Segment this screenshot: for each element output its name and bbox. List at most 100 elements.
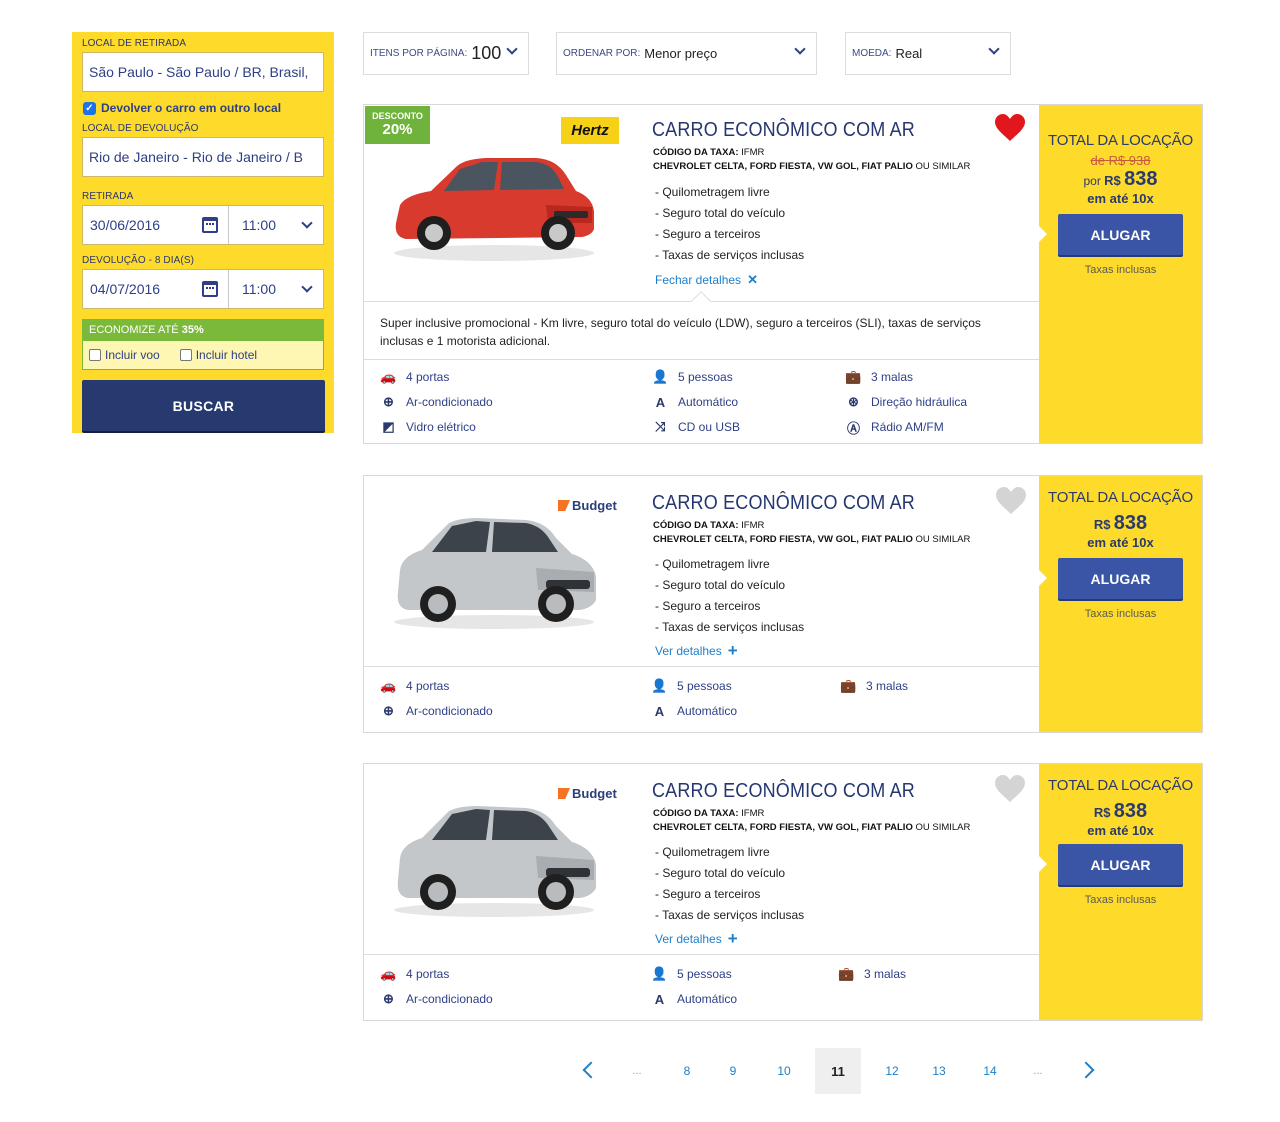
search-button[interactable]: BUSCAR: [82, 380, 325, 431]
calendar-icon[interactable]: [202, 217, 218, 233]
rent-button[interactable]: ALUGAR: [1058, 214, 1183, 255]
price-value: 838: [1113, 800, 1148, 822]
taxes-note: Taxas inclusas: [1084, 894, 1157, 906]
search-panel: LOCAL DE RETIRADA São Paulo - São Paulo …: [72, 32, 334, 433]
price: R$ 838: [1039, 800, 1202, 823]
divider: [364, 359, 1040, 360]
spec-label: Direção hidráulica: [871, 395, 968, 409]
economize-percent: 35%: [181, 324, 204, 336]
price-title: TOTAL DA LOCAÇÃO: [1048, 489, 1193, 506]
pickup-date-field[interactable]: 30/06/2016: [83, 206, 229, 244]
rent-button[interactable]: ALUGAR: [1058, 844, 1183, 885]
discount-label: DESCONTO: [372, 111, 423, 121]
previous-page-arrow-icon[interactable]: [582, 1061, 600, 1079]
chevron-down-icon: [301, 217, 313, 229]
price: por R$ 838: [1039, 168, 1202, 191]
car-image: [386, 800, 601, 920]
favorite-heart-icon[interactable]: [995, 487, 1027, 515]
favorite-heart-icon[interactable]: [994, 775, 1026, 803]
next-page-arrow-icon[interactable]: [1077, 1061, 1095, 1079]
car-models-suffix: OU SIMILAR: [915, 161, 971, 172]
rent-button[interactable]: ALUGAR: [1058, 558, 1183, 599]
plus-icon[interactable]: +: [728, 930, 738, 947]
calendar-icon[interactable]: [202, 281, 218, 297]
favorite-heart-icon[interactable]: [994, 114, 1026, 142]
feature-item: - Seguro total do veículo: [655, 578, 786, 592]
plus-icon[interactable]: +: [728, 642, 738, 659]
return-time-value: 11:00: [242, 281, 276, 297]
feature-item: - Seguro total do veículo: [655, 206, 786, 220]
shuffle-icon: ⤨: [655, 419, 666, 434]
page-link[interactable]: 9: [710, 1048, 756, 1094]
return-other-location-label: Devolver o carro em outro local: [101, 101, 282, 115]
include-flight-checkbox[interactable]: Incluir voo: [89, 348, 160, 362]
include-flight-label: Incluir voo: [105, 348, 160, 362]
spec-label: 5 pessoas: [677, 967, 732, 981]
spec-transmission: A Automático: [651, 992, 737, 1007]
car-models-list: CHEVROLET CELTA, FORD FIESTA, VW GOL, FI…: [653, 534, 913, 545]
checkbox-box[interactable]: [89, 349, 101, 361]
antenna-icon: Ⓐ: [846, 420, 860, 436]
spec-label: Vidro elétrico: [406, 420, 476, 434]
spec-transmission: A Automático: [651, 703, 738, 719]
spec-luggage: 💼 3 malas: [838, 966, 907, 981]
feature-item: - Seguro a terceiros: [655, 887, 761, 901]
items-per-page-select[interactable]: ITENS POR PÁGINA: 100: [363, 32, 529, 75]
page-link[interactable]: 12: [869, 1048, 915, 1094]
car-icon: 🚗: [380, 678, 397, 693]
feature-item: - Seguro a terceiros: [655, 227, 761, 241]
page-link[interactable]: 10: [761, 1048, 807, 1094]
close-details-link[interactable]: Fechar detalhes ✕: [655, 272, 758, 288]
page-link[interactable]: 8: [664, 1048, 710, 1094]
spec-luggage: 💼 3 malas: [845, 369, 913, 384]
view-details-link[interactable]: Ver detalhes +: [655, 930, 738, 947]
return-date-field[interactable]: 04/07/2016: [83, 270, 229, 308]
price-panel: TOTAL DA LOCAÇÃO de R$ 938 por R$ 838 em…: [1038, 105, 1202, 443]
spec-radio: Ⓐ Rádio AM/FM: [845, 420, 944, 436]
page-link[interactable]: 13: [916, 1048, 962, 1094]
spec-label: Automático: [677, 704, 738, 718]
checkmark-icon[interactable]: ✓: [83, 101, 96, 115]
return-location-label: LOCAL DE DEVOLUÇÃO: [82, 123, 199, 134]
pickup-time-select[interactable]: 11:00: [229, 217, 323, 233]
return-location-input[interactable]: Rio de Janeiro - Rio de Janeiro / B: [82, 137, 324, 177]
currency-select[interactable]: MOEDA: Real: [845, 32, 1011, 75]
sort-value: Menor preço: [644, 46, 718, 61]
page-link[interactable]: 14: [967, 1048, 1013, 1094]
feature-item: - Quilometragem livre: [655, 845, 770, 859]
pickup-location-input[interactable]: São Paulo - São Paulo / BR, Brasil,: [82, 52, 324, 92]
include-hotel-checkbox[interactable]: Incluir hotel: [179, 348, 257, 362]
spec-doors: 🚗 4 portas: [380, 369, 449, 384]
old-price: de R$ 938: [1090, 153, 1151, 168]
rate-code-value: IFMR: [741, 147, 765, 158]
spec-label: 3 malas: [864, 967, 907, 981]
automatic-icon: A: [654, 703, 665, 719]
divider: [364, 954, 1040, 955]
car-icon: 🚗: [380, 966, 397, 981]
return-other-location-checkbox[interactable]: ✓ Devolver o carro em outro local: [83, 101, 324, 115]
spec-ac: ⊕ Ar-condicionado: [380, 394, 493, 409]
spec-label: Ar-condicionado: [406, 992, 493, 1006]
price-title: TOTAL DA LOCAÇÃO: [1048, 777, 1193, 794]
features-list: - Quilometragem livre - Seguro total do …: [655, 182, 804, 266]
page-ellipsis: ...: [632, 1065, 642, 1077]
page-link-current[interactable]: 11: [815, 1048, 861, 1094]
economize-header: ECONOMIZE ATÉ 35%: [83, 320, 323, 341]
return-time-select[interactable]: 11:00: [229, 281, 323, 297]
car-models-list: CHEVROLET CELTA, FORD FIESTA, VW GOL, FI…: [653, 822, 913, 833]
checkbox-box[interactable]: [179, 349, 192, 361]
installments: em até 10x: [1087, 191, 1154, 206]
suitcase-icon: 💼: [845, 369, 862, 384]
rate-code-label: CÓDIGO DA TAXA:: [653, 808, 739, 819]
close-icon[interactable]: ✕: [747, 272, 758, 288]
divider: [364, 666, 1040, 667]
sort-select[interactable]: ORDENAR POR: Menor preço: [556, 32, 817, 75]
car-models: CHEVROLET CELTA, FORD FIESTA, VW GOL, FI…: [653, 534, 970, 545]
budget-logo-mark: [558, 788, 570, 799]
person-icon: 👤: [651, 678, 668, 693]
rate-code: CÓDIGO DA TAXA: IFMR: [653, 520, 764, 531]
currency-label: MOEDA:: [852, 48, 892, 59]
car-title: CARRO ECONÔMICO COM AR: [652, 492, 915, 514]
view-details-link[interactable]: Ver detalhes +: [655, 642, 738, 659]
spec-luggage: 💼 3 malas: [840, 678, 908, 693]
